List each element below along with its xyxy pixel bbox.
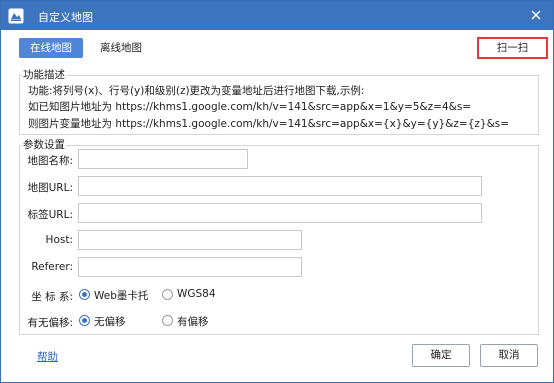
title-bar: 自定义地图 [1, 1, 553, 30]
label-url-input[interactable] [78, 203, 482, 223]
ok-button[interactable]: 确定 [412, 344, 470, 367]
radio-has-offset-label[interactable]: 有偏移 [177, 314, 209, 329]
description-line: 功能:将列号(x)、行号(y)和级别(z)更改为变量地址后进行地图下载,示例: [28, 85, 365, 97]
radio-web-mercator-label[interactable]: Web墨卡托 [94, 288, 148, 303]
host-input[interactable] [78, 230, 302, 250]
host-label: Host: [45, 234, 73, 246]
referer-input[interactable] [78, 257, 302, 277]
tab-online-map[interactable]: 在线地图 [19, 38, 83, 58]
description-line: 如已知图片地址为 https://khms1.google.com/kh/v=1… [28, 101, 472, 113]
scan-button[interactable]: 扫一扫 [477, 37, 548, 59]
cancel-button[interactable]: 取消 [480, 344, 538, 367]
window-title: 自定义地图 [38, 11, 93, 24]
map-url-label: 地图URL: [27, 182, 73, 194]
label-url-label: 标签URL: [27, 209, 73, 221]
map-app-icon [8, 8, 24, 24]
help-link[interactable]: 帮助 [37, 349, 58, 364]
radio-no-offset[interactable] [79, 315, 90, 326]
description-title: 功能描述 [22, 67, 66, 82]
map-name-label: 地图名称: [27, 155, 73, 167]
parameters-title: 参数设置 [22, 137, 66, 152]
offset-label: 有无偏移: [27, 317, 73, 329]
radio-web-mercator[interactable] [79, 289, 90, 300]
description-line: 则图片变量地址为 https://khms1.google.com/kh/v=1… [28, 118, 510, 130]
coord-system-label: 坐 标 系: [31, 291, 73, 303]
radio-has-offset[interactable] [162, 315, 173, 326]
map-url-input[interactable] [78, 176, 482, 196]
tab-offline-map[interactable]: 离线地图 [93, 38, 149, 58]
referer-label: Referer: [31, 261, 73, 273]
close-icon[interactable] [527, 6, 545, 24]
radio-wgs84-label[interactable]: WGS84 [177, 288, 216, 300]
radio-wgs84[interactable] [162, 289, 173, 300]
map-name-input[interactable] [78, 149, 248, 169]
radio-no-offset-label[interactable]: 无偏移 [94, 314, 126, 329]
custom-map-dialog: 自定义地图 在线地图 离线地图 扫一扫 功能描述 功能:将列号(x)、行号(y)… [0, 0, 554, 383]
